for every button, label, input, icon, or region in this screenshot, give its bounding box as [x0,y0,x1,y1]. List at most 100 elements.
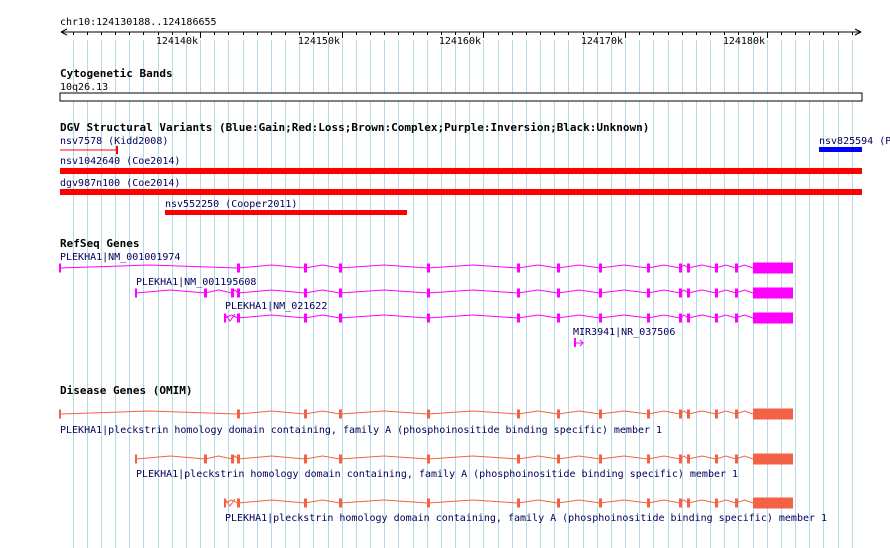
dgv-track-title: DGV Structural Variants (Blue:Gain;Red:L… [60,121,649,134]
exon [517,498,520,508]
cytoband-label: 10q26.13 [60,82,108,93]
variant-label: nsv825594 (P [819,136,890,147]
exon [715,288,718,298]
gene-model[interactable] [135,453,793,465]
genome-browser-view: chr10:124130188..124186655 124140k 124150… [0,0,890,548]
exon [517,288,520,298]
omim-track-title: Disease Genes (OMIM) [60,384,192,397]
exon [687,313,690,323]
omim-gene-models[interactable] [59,408,793,509]
exon [231,288,234,298]
exon [679,498,682,508]
transcript-label-nm-001195608: PLEKHA1|NM_001195608 [136,277,256,288]
exon [237,313,240,323]
exon [427,288,430,298]
exon [735,288,738,298]
exon [427,263,430,273]
exon [339,288,342,298]
refseq-track-title: RefSeq Genes [60,237,139,250]
gene-model[interactable] [224,312,793,324]
exon-utr [753,497,793,509]
dgv-track[interactable]: DGV Structural Variants (Blue:Gain;Red:L… [60,121,890,215]
ruler-tick-label: 124150k [298,36,340,47]
ruler-tick-label: 124180k [723,36,765,47]
cytoband-track[interactable]: Cytogenetic Bands 10q26.13 [59,67,863,102]
exon [687,288,690,298]
exon [679,263,682,273]
omim-gene-label-1: PLEKHA1|pleckstrin homology domain conta… [60,425,662,436]
exon [599,498,602,508]
ruler-tick-label: 124140k [156,36,198,47]
exon [339,313,342,323]
exon [339,409,342,419]
variant-label: dgv987n100 (Coe2014) [60,178,180,189]
exon [687,454,690,464]
exon [599,288,602,298]
exon [557,498,560,508]
gene-model[interactable] [59,262,793,274]
variant-bar [60,189,862,195]
exon [427,409,430,419]
exon-utr [753,453,793,465]
exon [735,498,738,508]
exon [427,454,430,464]
ruler-location: chr10:124130188..124186655 [60,17,217,28]
exon [715,498,718,508]
exon [204,454,207,464]
dgv-variant-nsv7578[interactable]: nsv7578 (Kidd2008) [60,136,168,154]
exon [687,263,690,273]
exon [517,313,520,323]
refseq-track[interactable]: RefSeq Genes PLEKHA1|NM_001001974 PLEKHA… [59,237,793,347]
dgv-variant-nsv825594[interactable]: nsv825594 (P [819,136,890,152]
gene-model[interactable] [135,287,793,299]
exon [304,498,307,508]
gene-model[interactable] [59,408,793,420]
exon [204,288,207,298]
ruler-tick-label: 124170k [581,36,623,47]
cytoband-track-title: Cytogenetic Bands [60,67,173,80]
exon [647,454,650,464]
variant-label: nsv1042640 (Coe2014) [60,156,180,167]
variant-bar [60,168,862,174]
exon [557,454,560,464]
exon [679,288,682,298]
exon [599,313,602,323]
omim-gene-label-2: PLEKHA1|pleckstrin homology domain conta… [136,469,738,480]
exon [339,454,342,464]
exon [304,313,307,323]
refseq-gene-models[interactable] [59,262,793,324]
exon [237,288,240,298]
exon [557,288,560,298]
dgv-variant-dgv987n100[interactable]: dgv987n100 (Coe2014) [60,178,862,195]
exon [557,313,560,323]
exon [735,313,738,323]
mir3941-gene-model[interactable] [574,338,584,347]
exon [647,263,650,273]
exon [679,313,682,323]
exon [339,263,342,273]
exon [339,498,342,508]
exon [237,263,240,273]
omim-track[interactable]: Disease Genes (OMIM) PLEKHA1|pleckstrin … [59,384,827,524]
exon [304,263,307,273]
cytoband-bar[interactable] [59,92,863,102]
ruler-ticks: 124140k 124150k 124160k 124170k 124180k [73,32,853,47]
exon [735,263,738,273]
transcript-label-nm-001001974: PLEKHA1|NM_001001974 [60,252,180,263]
exon [427,498,430,508]
exon [427,313,430,323]
omim-gene-label-3: PLEKHA1|pleckstrin homology domain conta… [225,513,827,524]
exon [517,454,520,464]
variant-bar [165,210,407,215]
ruler-track[interactable]: chr10:124130188..124186655 124140k 124150… [60,17,862,47]
gene-model[interactable] [224,497,793,509]
exon [304,454,307,464]
exon [517,409,520,419]
exon [237,454,240,464]
ruler-tick-label: 124160k [439,36,481,47]
exon [687,409,690,419]
exon [304,288,307,298]
exon [304,409,307,419]
exon [517,263,520,273]
dgv-variant-nsv1042640[interactable]: nsv1042640 (Coe2014) [60,156,862,174]
